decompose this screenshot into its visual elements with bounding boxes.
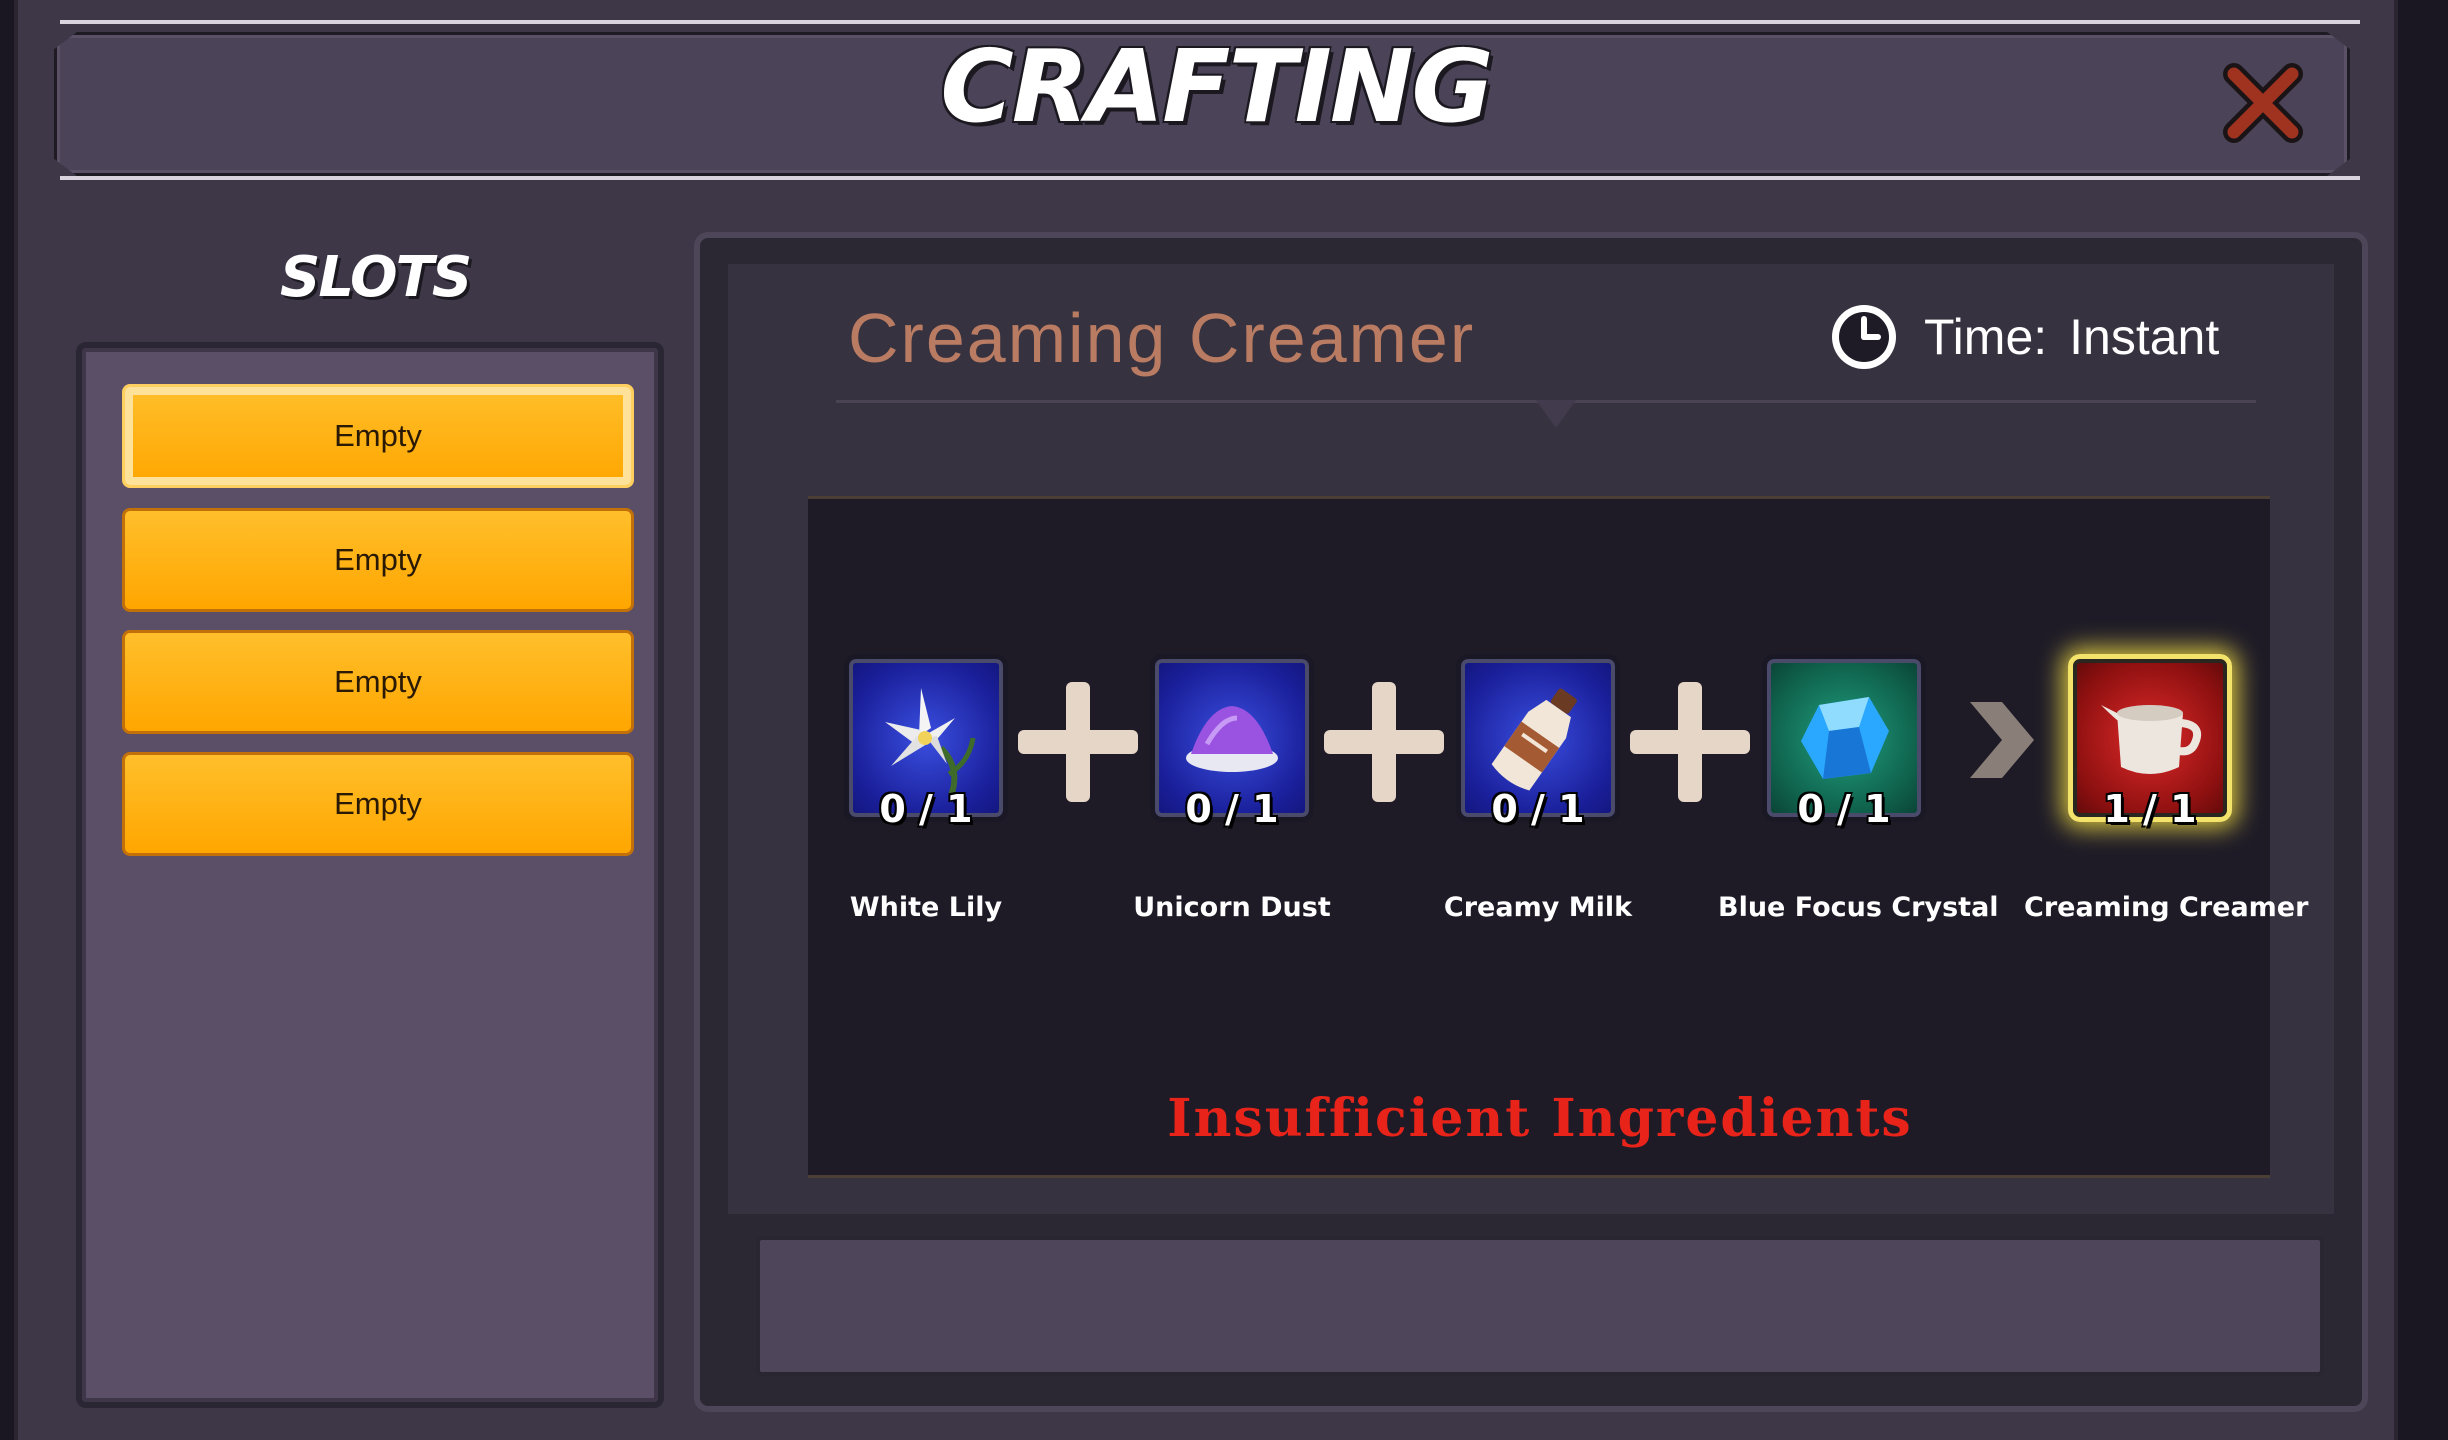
time-value: Instant [2069,309,2220,365]
white-lily-icon [885,688,976,798]
result-name: Creaming Creamer [2024,892,2309,923]
slots-panel: Empty Empty Empty Empty [76,342,664,1408]
slot-4[interactable]: Empty [122,752,634,856]
ingredient-count: 0 / 1 [879,787,973,831]
milk-bottle-icon [1491,688,1577,791]
result-creaming-creamer[interactable]: 1 / 1 Creaming Creamer [2024,654,2308,923]
ingredient-slot: 0 / 1 [844,654,1008,831]
ingredient-unicorn-dust[interactable]: 0 / 1 Unicorn Dust [1133,654,1331,923]
description-box [756,1236,2324,1376]
title-top-line [60,20,2360,24]
clock-icon [1832,305,1896,369]
crystal-icon [1801,697,1889,779]
close-x-icon [2223,63,2303,143]
ingredient-count: 0 / 1 [1491,787,1585,831]
ingredient-name: Blue Focus Crystal [1718,892,1999,923]
slot-2[interactable]: Empty [122,508,634,612]
ingredient-white-lily[interactable]: 0 / 1 White Lily [840,654,1012,923]
creamer-jug-icon [2101,705,2202,774]
ingredient-count: 0 / 1 [1185,787,1279,831]
plus-icon [1018,682,1138,802]
title-bottom-line [60,176,2360,180]
ingredient-slot: 0 / 1 [1150,654,1314,831]
plus-icon [1324,682,1444,802]
time-info: Time: Instant [1830,300,2219,374]
slot-1[interactable]: Empty [122,384,634,488]
status-message: Insufficient Ingredients [1167,1088,1913,1149]
ingredient-blue-focus-crystal[interactable]: 0 / 1 Blue Focus Crystal [1718,654,1999,923]
slots-heading: SLOTS [280,245,472,310]
slot-3[interactable]: Empty [122,630,634,734]
chevron-right-icon [1970,702,2034,778]
recipe-title: Creaming Creamer [848,299,1476,377]
ingredient-name: Creamy Milk [1443,892,1633,923]
close-button[interactable] [2222,58,2304,148]
plus-icon [1630,682,1750,802]
ingredient-creamy-milk[interactable]: 0 / 1 Creamy Milk [1444,654,1632,923]
ingredient-count: 0 / 1 [1797,787,1891,831]
time-label: Time: [1924,309,2048,365]
result-count: 1 / 1 [2103,787,2197,831]
ingredient-name: Unicorn Dust [1133,892,1331,923]
window-title: CRAFTING [940,28,1493,145]
result-slot: 1 / 1 [2068,654,2232,831]
ingredient-slot: 0 / 1 [1456,654,1620,831]
unicorn-dust-icon [1186,706,1278,772]
ingredient-slot: 0 / 1 [1762,654,1926,831]
ingredient-name: White Lily [849,892,1003,923]
